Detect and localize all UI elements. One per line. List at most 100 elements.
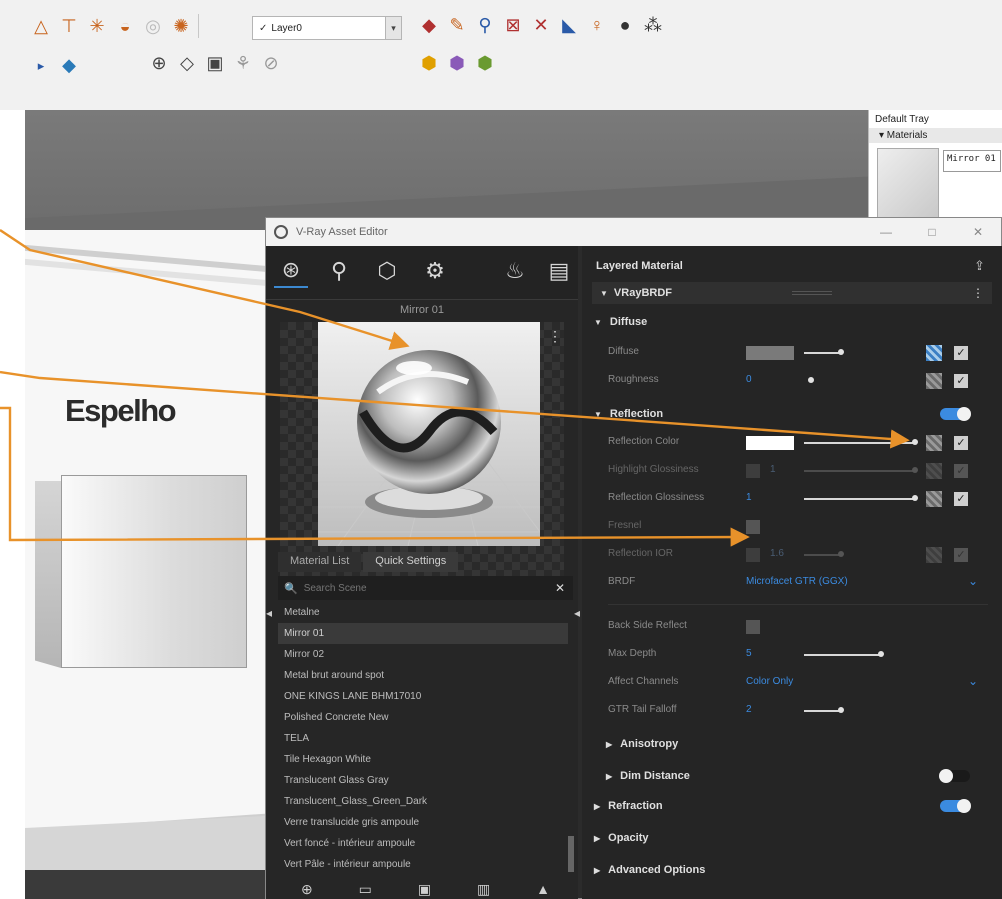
list-item[interactable]: Verre translucide gris ampoule: [278, 812, 568, 833]
outer-shell-icon[interactable]: ⊕: [148, 52, 170, 74]
section-advanced[interactable]: ▶ Advanced Options: [594, 860, 705, 880]
texture-slot-icon[interactable]: [926, 463, 942, 479]
section-opacity[interactable]: ▶ Opacity: [594, 828, 649, 848]
reflection-color-slider-knob[interactable]: [912, 439, 918, 445]
list-item[interactable]: TELA: [278, 728, 568, 749]
section-dim-distance[interactable]: ▶ Dim Distance: [606, 766, 690, 786]
diffuse-slider-knob[interactable]: [838, 349, 844, 355]
texture-slot-icon[interactable]: [926, 373, 942, 389]
zoom-extents-icon[interactable]: ✕: [530, 14, 552, 36]
orbit-icon[interactable]: ◆: [418, 14, 440, 36]
list-item[interactable]: Metalne: [278, 602, 568, 623]
brdf-dropdown[interactable]: Microfacet GTR (GGX): [746, 576, 848, 587]
list-item[interactable]: Vert foncé - intérieur ampoule: [278, 833, 568, 854]
hilight-gloss-value[interactable]: 1: [770, 464, 776, 475]
affect-channels-dropdown[interactable]: Color Only: [746, 676, 793, 687]
intersect-icon[interactable]: ◇: [176, 52, 198, 74]
section-refraction[interactable]: ▶ Refraction: [594, 796, 663, 816]
drag-handle-icon[interactable]: [792, 291, 832, 295]
reflection-gloss-knob[interactable]: [912, 495, 918, 501]
list-item[interactable]: Vert Pâle - intérieur ampoule: [278, 854, 568, 875]
diffuse-color-swatch[interactable]: [746, 346, 794, 360]
iso-view-icon[interactable]: ⬢: [418, 52, 440, 74]
window-titlebar[interactable]: V-Ray Asset Editor — □ ✕: [266, 218, 1001, 246]
tray-materials-header[interactable]: ▾ Materials: [869, 128, 1002, 143]
roughness-slider-knob[interactable]: [808, 377, 814, 383]
geometry-tab-icon[interactable]: ⬡: [370, 254, 404, 288]
reflection-gloss-value[interactable]: 1: [746, 492, 752, 503]
teapot-render-icon[interactable]: ♨: [498, 254, 532, 288]
tab-material-list[interactable]: Material List: [278, 552, 362, 572]
top-view-icon[interactable]: ⬢: [446, 52, 468, 74]
list-item[interactable]: Mirror 02: [278, 644, 568, 665]
zoom-window-icon[interactable]: ⊠: [502, 14, 524, 36]
reflection-color-checkbox[interactable]: ✓: [954, 436, 968, 450]
list-item[interactable]: Polished Concrete New: [278, 707, 568, 728]
position-camera-icon[interactable]: ♀: [586, 14, 608, 36]
minimize-button[interactable]: —: [863, 225, 909, 239]
section-anisotropy[interactable]: ▶ Anisotropy: [606, 734, 678, 754]
protractor-tool-icon[interactable]: △: [30, 15, 52, 37]
max-depth-knob[interactable]: [878, 651, 884, 657]
section-diffuse[interactable]: ▼ Diffuse: [594, 312, 647, 332]
search-input[interactable]: [303, 582, 555, 594]
arc-tool-icon[interactable]: ◒: [114, 15, 136, 37]
texture-slot-icon[interactable]: [926, 491, 942, 507]
refraction-toggle[interactable]: [940, 799, 971, 813]
brdf-layer-bar[interactable]: ▼ VRayBRDF ⋮: [592, 282, 992, 304]
texture-slot-icon[interactable]: [926, 435, 942, 451]
reflection-ior-value[interactable]: 1.6: [770, 548, 784, 559]
list-item[interactable]: Mirror 01: [278, 623, 568, 644]
trim-icon[interactable]: ⊘: [260, 52, 282, 74]
hilight-gloss-checkbox[interactable]: ✓: [954, 464, 968, 478]
texture-slot-icon[interactable]: [926, 547, 942, 563]
purge-icon[interactable]: ▲: [536, 881, 550, 897]
create-asset-icon[interactable]: ⊕: [301, 881, 313, 898]
dim-distance-toggle[interactable]: [939, 769, 970, 783]
list-item[interactable]: ONE KINGS LANE BHM17010: [278, 686, 568, 707]
frame-buffer-icon[interactable]: ▤: [542, 254, 576, 288]
settings-tab-icon[interactable]: ⚙: [418, 254, 452, 288]
export-icon[interactable]: ⇪: [974, 258, 985, 274]
walk-icon[interactable]: ⁂: [642, 14, 664, 36]
circle-tool-icon[interactable]: ◎: [142, 15, 164, 37]
front-view-icon[interactable]: ⬢: [474, 52, 496, 74]
collapse-triangle-icon[interactable]: ▼: [600, 289, 608, 298]
reflection-gloss-checkbox[interactable]: ✓: [954, 492, 968, 506]
texture-slot-icon[interactable]: [926, 345, 942, 361]
roughness-value[interactable]: 0: [746, 374, 752, 385]
chevron-down-icon[interactable]: ⌄: [968, 674, 978, 688]
chevron-down-icon[interactable]: ▾: [385, 17, 401, 39]
open-file-icon[interactable]: ▭: [359, 881, 372, 898]
lights-tab-icon[interactable]: ⚲: [322, 254, 356, 288]
save-icon[interactable]: ▣: [418, 881, 431, 898]
gtr-falloff-value[interactable]: 2: [746, 704, 752, 715]
previous-view-icon[interactable]: ◣: [558, 14, 580, 36]
axes-tool-icon[interactable]: ⊤: [58, 15, 80, 37]
delete-icon[interactable]: ▥: [477, 881, 490, 898]
preview-options-icon[interactable]: ⋮: [548, 328, 562, 345]
close-button[interactable]: ✕: [955, 225, 1001, 239]
pan-icon[interactable]: ✎: [446, 14, 468, 36]
hilight-gloss-knob[interactable]: [912, 467, 918, 473]
roughness-enable-checkbox[interactable]: ✓: [954, 374, 968, 388]
subtract-icon[interactable]: ⚘: [232, 52, 254, 74]
collapse-pane-icon[interactable]: ◂: [574, 606, 580, 620]
paint-bucket-icon[interactable]: ◆: [58, 54, 80, 76]
reflection-color-swatch[interactable]: [746, 436, 794, 450]
materials-tab-icon[interactable]: ⊛: [274, 254, 308, 288]
mirror-object[interactable]: [35, 475, 247, 668]
arrow-right-icon[interactable]: ▸: [30, 54, 52, 76]
tray-material-name[interactable]: Mirror 01: [943, 150, 1001, 172]
maximize-button[interactable]: □: [909, 225, 955, 239]
ior-lock-checkbox[interactable]: [746, 548, 760, 562]
diffuse-enable-checkbox[interactable]: ✓: [954, 346, 968, 360]
union-icon[interactable]: ▣: [204, 52, 226, 74]
max-depth-value[interactable]: 5: [746, 648, 752, 659]
chevron-down-icon[interactable]: ⌄: [968, 574, 978, 588]
gtr-slider-knob[interactable]: [838, 707, 844, 713]
layer-menu-icon[interactable]: ⋮: [972, 286, 984, 300]
ior-checkbox[interactable]: ✓: [954, 548, 968, 562]
section-plane-icon[interactable]: ✳: [86, 15, 108, 37]
list-item[interactable]: Metal brut around spot: [278, 665, 568, 686]
